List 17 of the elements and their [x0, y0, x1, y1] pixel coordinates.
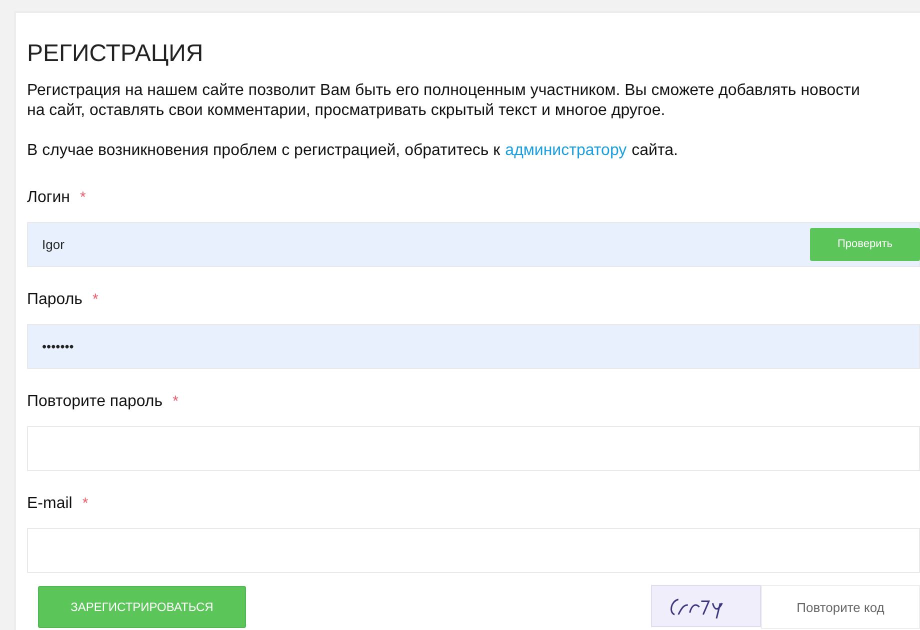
admin-link[interactable]: администратору	[505, 141, 627, 161]
field-label: Пароль	[27, 290, 83, 310]
input-field[interactable]: •••••••	[27, 324, 920, 369]
field-label: E-mail	[27, 494, 72, 514]
required-mark: *	[80, 188, 86, 208]
field-label: Повторите пароль	[27, 392, 163, 412]
required-mark: *	[172, 392, 178, 412]
required-mark: *	[92, 290, 98, 310]
register-button[interactable]: ЗАРЕГИСТРИРОВАТЬСЯ	[38, 586, 246, 628]
field-label: Логин	[27, 188, 70, 208]
intro-text: Регистрация на нашем сайте позволит Вам быть его полноценным участником. Вы сможете добавлять новости на сайт, оставлять свои комментарии, просматривать скрытый текст и многое другое.	[27, 81, 861, 121]
page-title: РЕГИСТРАЦИЯ	[27, 39, 204, 69]
captcha-input[interactable]: Повторите код	[761, 585, 920, 629]
required-mark: *	[82, 494, 88, 514]
help-text: сайта.	[632, 141, 678, 161]
check-button[interactable]: Проверить	[810, 228, 920, 261]
help-text: В случае возникновения проблем с регистрацией, обратитесь к	[27, 141, 500, 161]
